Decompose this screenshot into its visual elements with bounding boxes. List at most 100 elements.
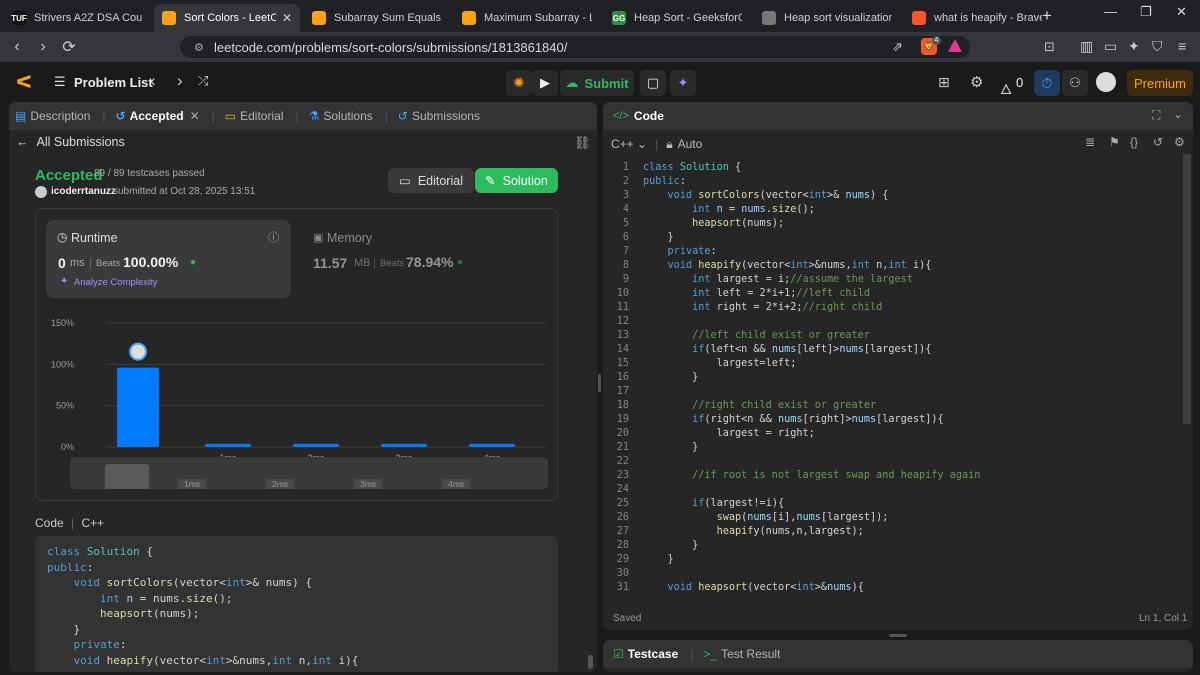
format-icon[interactable]: ≣ (1085, 135, 1095, 149)
premium-button[interactable]: Premium (1127, 70, 1193, 96)
maximize-button[interactable]: ❐ (1140, 4, 1152, 20)
site-info-icon[interactable]: ⚙ (194, 41, 204, 54)
avatar[interactable] (1096, 72, 1116, 92)
chart-bar[interactable] (469, 443, 515, 447)
minimize-button[interactable]: — (1104, 4, 1117, 19)
tab-test-result[interactable]: >_ Test Result (703, 647, 780, 661)
browser-tab[interactable]: GG Heap Sort - GeeksforGeek (604, 4, 750, 32)
runtime-box[interactable]: ◷ Runtime ⓘ 0 ms Beats 100.00% ● ✦ Analy… (46, 220, 291, 298)
close-window-button[interactable]: ✕ (1176, 4, 1187, 20)
tab-editorial[interactable]: ▭ Editorial (225, 109, 284, 123)
memory-box[interactable]: ▣ Memory 11.57 MB Beats 78.94% ● (304, 220, 544, 298)
vpn-icon[interactable]: ⛉ (1152, 38, 1163, 55)
analyze-complexity-link[interactable]: Analyze Complexity (74, 277, 157, 288)
code-editor[interactable]: 1 class Solution {2 public: 3 void sortColo… (603, 160, 1183, 598)
reset-icon[interactable]: ↺ (1153, 135, 1163, 149)
brave-rewards-icon[interactable] (948, 39, 962, 52)
solution-button[interactable]: ✎ Solution (475, 168, 558, 193)
browser-tab[interactable]: Subarray Sum Equals K - L (304, 4, 450, 32)
settings-gear-icon[interactable]: ⚙ (970, 73, 983, 91)
line-number: 24 (616, 484, 629, 495)
tab-accepted[interactable]: ↺ Accepted ✕ (116, 109, 200, 123)
bookmark-icon[interactable]: ⚑ (1109, 135, 1120, 149)
range-selection-handle[interactable] (105, 464, 149, 489)
language-select[interactable]: C++ ⌄ (611, 137, 647, 151)
chevron-down-icon[interactable]: ⌄ (1173, 107, 1183, 121)
tab-strip: TUF Strivers A2Z DSA Course/S Sort Colors … (0, 4, 1054, 32)
wallet-icon[interactable]: ▭ (1104, 38, 1117, 55)
notes-button[interactable]: ▢ (640, 70, 666, 96)
back-icon[interactable]: ‹ (4, 38, 30, 56)
mode-label[interactable]: Auto (678, 137, 703, 151)
debug-button[interactable]: ✺ (506, 70, 532, 96)
timer-icon[interactable]: ⏱ (1034, 70, 1060, 96)
tab-description[interactable]: ▤ Description (15, 109, 90, 123)
share-icon[interactable]: ⇗ (892, 39, 903, 55)
layout-icon[interactable]: ⊞ (938, 74, 950, 91)
sparkle-icon: ✦ (677, 75, 689, 90)
editor-scrollbar[interactable] (1183, 154, 1191, 424)
browser-tab[interactable]: Sort Colors - LeetCode ✕ (154, 4, 300, 32)
username-link[interactable]: icoderrtanuzz (51, 186, 116, 197)
browser-tab[interactable]: Heap sort visualization (754, 4, 900, 32)
copy-link-icon[interactable]: ⛓ (574, 135, 591, 151)
line-number: 5 (622, 218, 629, 229)
beats-label: Beats (380, 258, 405, 269)
ai-assist-button[interactable]: ✦ (670, 70, 696, 96)
browser-tab[interactable]: what is heapify - Brave Sea (904, 4, 1050, 32)
chart-range-slider[interactable]: 1ms 2ms 3ms 4ms (70, 457, 548, 489)
expand-icon[interactable]: ⛶ (1152, 108, 1160, 123)
code-token: (right<n && (704, 414, 778, 425)
sidebar-icon[interactable]: ▥ (1080, 38, 1093, 55)
code-token: >&nums, (808, 260, 852, 271)
line-number: 9 (622, 274, 629, 285)
chart-bar[interactable] (117, 367, 159, 447)
line-number: 27 (616, 526, 629, 537)
tab-solutions[interactable]: ⚗ Solutions (309, 109, 373, 123)
settings-icon[interactable]: ⚙ (1174, 135, 1185, 149)
shuffle-icon[interactable]: ⤮ (198, 73, 208, 89)
tab-submissions[interactable]: ↺ Submissions (398, 109, 480, 123)
left-scrollbar[interactable] (588, 655, 593, 669)
horizontal-resize-handle[interactable] (889, 634, 907, 637)
code-token: heapsort (698, 582, 748, 593)
info-icon[interactable]: ⓘ (268, 229, 279, 245)
code-line: 22 (603, 455, 1183, 469)
reload-icon[interactable]: ⟳ (56, 37, 82, 57)
browser-tab[interactable]: Maximum Subarray - Leetc (454, 4, 600, 32)
panel-resize-handle[interactable] (598, 374, 601, 392)
next-problem-icon[interactable]: › (177, 71, 183, 91)
memory-unit: MB (354, 257, 371, 269)
problem-list-link[interactable]: Problem List (74, 75, 153, 90)
submit-button[interactable]: ☁ Submit (560, 70, 634, 96)
screenshot-icon[interactable]: ⊡ (1044, 39, 1055, 55)
chart-bar[interactable] (205, 443, 251, 447)
chart-bar[interactable] (381, 443, 427, 447)
add-user-icon[interactable]: ⚇ (1062, 70, 1088, 96)
close-tab-icon[interactable]: ✕ (282, 11, 292, 25)
browser-tab[interactable]: TUF Strivers A2Z DSA Course/S (4, 4, 150, 32)
streak-fire-icon[interactable]: 🜂 (1000, 73, 1012, 102)
code-token: nums (845, 190, 870, 201)
forward-icon[interactable]: › (30, 38, 56, 56)
menu-icon[interactable]: ≡ (1178, 38, 1186, 54)
code-line: 27 heapify(nums,n,largest); (603, 525, 1183, 539)
chart-bar[interactable] (293, 443, 339, 447)
leetcode-logo-icon[interactable]: ᐸ (16, 72, 32, 93)
solution-label: Solution (502, 173, 548, 188)
leo-icon[interactable]: ✦ (1128, 38, 1140, 55)
code-token: largest = right; (643, 428, 815, 439)
tab-submissions-label: Submissions (411, 109, 480, 123)
code-token: n, (298, 653, 312, 667)
editorial-button[interactable]: ▭ Editorial (388, 168, 474, 193)
braces-icon[interactable]: {} (1130, 135, 1138, 149)
close-tab-icon[interactable]: ✕ (190, 109, 200, 123)
url-field[interactable]: ⚙ leetcode.com/problems/sort-colors/subm… (180, 36, 970, 58)
code-token: nums (796, 512, 821, 523)
new-tab-button[interactable]: + (1042, 6, 1052, 26)
tab-testcase[interactable]: ☑ Testcase (613, 647, 678, 661)
all-submissions-link[interactable]: ← All Submissions (16, 135, 125, 149)
prev-problem-icon[interactable]: ‹ (150, 71, 156, 91)
run-button[interactable]: ▶ (532, 70, 558, 96)
